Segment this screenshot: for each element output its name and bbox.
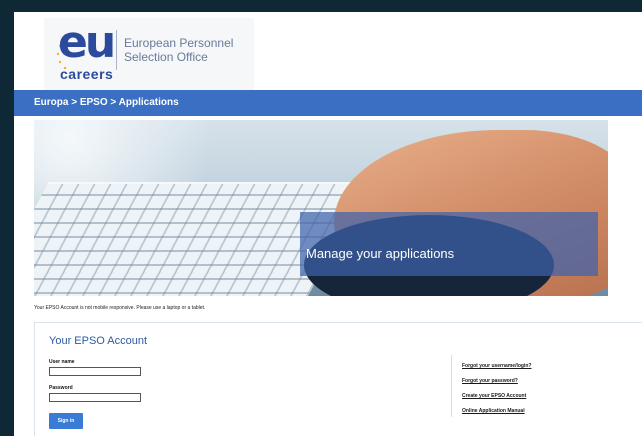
password-input[interactable]	[49, 393, 141, 402]
application-manual-link[interactable]: Online Application Manual	[462, 408, 531, 414]
logo-careers-text: careers	[60, 66, 114, 82]
create-account-link[interactable]: Create your EPSO Account	[462, 393, 531, 399]
hero-caption-box: Manage your applications	[300, 212, 598, 276]
eu-careers-logo[interactable]: eu careers European Personnel Selection …	[44, 18, 254, 90]
hero-banner: Manage your applications	[34, 120, 608, 296]
account-links: Forgot your username/login? Forgot your …	[462, 363, 531, 423]
breadcrumb-text[interactable]: Europa > EPSO > Applications	[34, 97, 179, 108]
username-label: User name	[49, 359, 75, 365]
forgot-username-link[interactable]: Forgot your username/login?	[462, 363, 531, 369]
forgot-password-link[interactable]: Forgot your password?	[462, 378, 531, 384]
username-input[interactable]	[49, 367, 141, 376]
logo-eu-text: eu	[58, 17, 116, 68]
account-title: Your EPSO Account	[49, 335, 148, 347]
logo-org-line-2: Selection Office	[124, 50, 208, 64]
page-frame: eu careers European Personnel Selection …	[14, 12, 642, 436]
password-label: Password	[49, 385, 73, 391]
logo-org-name: European Personnel Selection Office	[124, 36, 233, 64]
logo-divider	[116, 30, 117, 70]
links-divider	[451, 355, 452, 417]
account-panel: Your EPSO Account User name Password Sig…	[34, 322, 642, 436]
mobile-notice: Your EPSO Account is not mobile responsi…	[34, 305, 206, 311]
breadcrumb: Europa > EPSO > Applications	[14, 90, 642, 116]
logo-org-line-1: European Personnel	[124, 36, 234, 50]
sign-in-button[interactable]: Sign in	[49, 413, 83, 429]
hero-caption: Manage your applications	[306, 246, 455, 261]
